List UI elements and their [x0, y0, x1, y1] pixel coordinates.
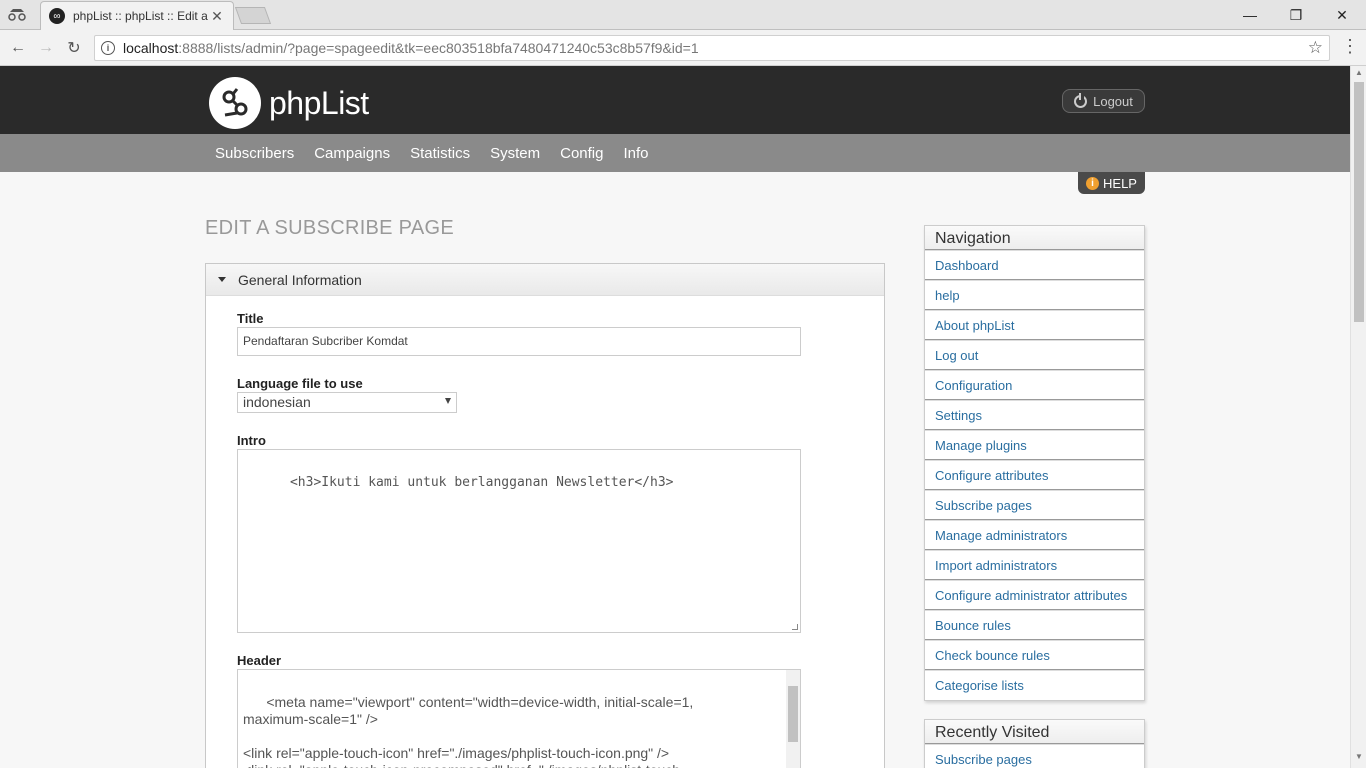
- title-label: Title: [237, 311, 264, 326]
- close-window-icon[interactable]: ✕: [1319, 0, 1365, 30]
- header-text: <meta name="viewport" content="width=dev…: [243, 694, 694, 768]
- recently-visited-box: Recently Visited Subscribe pages: [924, 719, 1145, 768]
- header-textarea[interactable]: <meta name="viewport" content="width=dev…: [237, 669, 801, 768]
- menu-item-statistics[interactable]: Statistics: [400, 145, 480, 162]
- textarea-scroll-thumb[interactable]: [788, 686, 798, 742]
- url-text: localhost:8888/lists/admin/?page=spageed…: [123, 40, 699, 56]
- page-title: EDIT A SUBSCRIBE PAGE: [205, 217, 454, 239]
- header-label: Header: [237, 653, 282, 668]
- nav-item-configuration[interactable]: Configuration: [925, 370, 1144, 400]
- restore-icon[interactable]: ❐: [1273, 0, 1319, 30]
- site-header: phpList Logout: [0, 66, 1350, 134]
- language-label: Language file to use: [237, 376, 363, 391]
- tab-close-icon[interactable]: ✕: [209, 8, 225, 25]
- menu-item-campaigns[interactable]: Campaigns: [304, 145, 400, 162]
- phplist-favicon-icon: ∞: [49, 8, 65, 24]
- nav-item-categorise-lists[interactable]: Categorise lists: [925, 670, 1144, 700]
- back-icon[interactable]: ←: [7, 37, 29, 59]
- scroll-down-icon[interactable]: ▼: [1351, 752, 1366, 766]
- intro-label: Intro: [237, 433, 266, 448]
- nav-item-subscribe-pages[interactable]: Subscribe pages: [925, 490, 1144, 520]
- panel-header[interactable]: General Information: [206, 264, 884, 296]
- page-scroll-thumb[interactable]: [1354, 82, 1364, 322]
- menu-item-config[interactable]: Config: [550, 145, 613, 162]
- dropdown-arrow-icon: [445, 398, 451, 404]
- nav-item-about[interactable]: About phpList: [925, 310, 1144, 340]
- general-information-panel: General Information Title Pendaftaran Su…: [205, 263, 885, 768]
- page-viewport: phpList Logout Subscribers Campaigns Sta…: [0, 66, 1350, 768]
- browser-menu-icon[interactable]: ⋮: [1340, 36, 1360, 60]
- menu-item-system[interactable]: System: [480, 145, 550, 162]
- phplist-logo[interactable]: phpList: [209, 77, 369, 129]
- bookmark-star-icon[interactable]: ☆: [1308, 38, 1323, 58]
- info-circle-icon: i: [1086, 176, 1100, 190]
- nav-item-configure-attributes[interactable]: Configure attributes: [925, 460, 1144, 490]
- intro-text: <h3>Ikuti kami untuk berlangganan Newsle…: [289, 475, 674, 490]
- menu-item-subscribers[interactable]: Subscribers: [205, 145, 304, 162]
- language-selected-value: indonesian: [243, 394, 311, 410]
- power-icon: [1074, 92, 1088, 108]
- main-menu: Subscribers Campaigns Statistics System …: [0, 134, 1350, 172]
- browser-tab-strip: ∞ phpList :: phpList :: Edit a ✕ — ❐ ✕: [0, 0, 1366, 30]
- browser-toolbar: ← → ↻ i localhost:8888/lists/admin/?page…: [0, 30, 1366, 66]
- tab-title: phpList :: phpList :: Edit a: [73, 9, 208, 23]
- nav-item-logout[interactable]: Log out: [925, 340, 1144, 370]
- minimize-icon[interactable]: —: [1227, 0, 1273, 30]
- info-icon[interactable]: i: [101, 41, 115, 55]
- reload-icon[interactable]: ↻: [63, 37, 85, 59]
- nav-item-check-bounce-rules[interactable]: Check bounce rules: [925, 640, 1144, 670]
- language-select[interactable]: indonesian: [237, 392, 457, 413]
- nav-item-import-administrators[interactable]: Import administrators: [925, 550, 1144, 580]
- resize-handle-icon[interactable]: [792, 624, 798, 630]
- recent-item-subscribe-pages[interactable]: Subscribe pages: [925, 744, 1144, 768]
- logo-mark-icon: [209, 77, 261, 129]
- new-tab-button[interactable]: [234, 7, 272, 24]
- title-input[interactable]: Pendaftaran Subcriber Komdat: [237, 327, 801, 356]
- navigation-box: Navigation Dashboard help About phpList …: [924, 225, 1145, 701]
- menu-item-info[interactable]: Info: [613, 145, 658, 162]
- nav-item-manage-plugins[interactable]: Manage plugins: [925, 430, 1144, 460]
- nav-item-bounce-rules[interactable]: Bounce rules: [925, 610, 1144, 640]
- nav-item-help[interactable]: help: [925, 280, 1144, 310]
- help-button[interactable]: i HELP: [1078, 172, 1145, 194]
- browser-tab[interactable]: ∞ phpList :: phpList :: Edit a ✕: [40, 1, 234, 30]
- forward-icon[interactable]: →: [35, 37, 57, 59]
- page-scrollbar[interactable]: ▲ ▼: [1350, 66, 1366, 768]
- nav-item-manage-administrators[interactable]: Manage administrators: [925, 520, 1144, 550]
- collapse-caret-icon[interactable]: [218, 277, 226, 282]
- panel-title: General Information: [238, 271, 362, 288]
- address-bar[interactable]: i localhost:8888/lists/admin/?page=spage…: [94, 35, 1330, 61]
- textarea-scrollbar[interactable]: [786, 670, 800, 768]
- logout-button[interactable]: Logout: [1062, 89, 1145, 113]
- intro-textarea[interactable]: <h3>Ikuti kami untuk berlangganan Newsle…: [237, 449, 801, 633]
- incognito-icon: [0, 0, 34, 30]
- help-label: HELP: [1103, 175, 1137, 191]
- scroll-up-icon[interactable]: ▲: [1351, 68, 1366, 82]
- logo-text: phpList: [269, 84, 369, 121]
- nav-item-dashboard[interactable]: Dashboard: [925, 250, 1144, 280]
- nav-item-configure-admin-attributes[interactable]: Configure administrator attributes: [925, 580, 1144, 610]
- recently-visited-title: Recently Visited: [925, 720, 1144, 744]
- nav-item-settings[interactable]: Settings: [925, 400, 1144, 430]
- navigation-title: Navigation: [925, 226, 1144, 250]
- logout-label: Logout: [1093, 93, 1133, 109]
